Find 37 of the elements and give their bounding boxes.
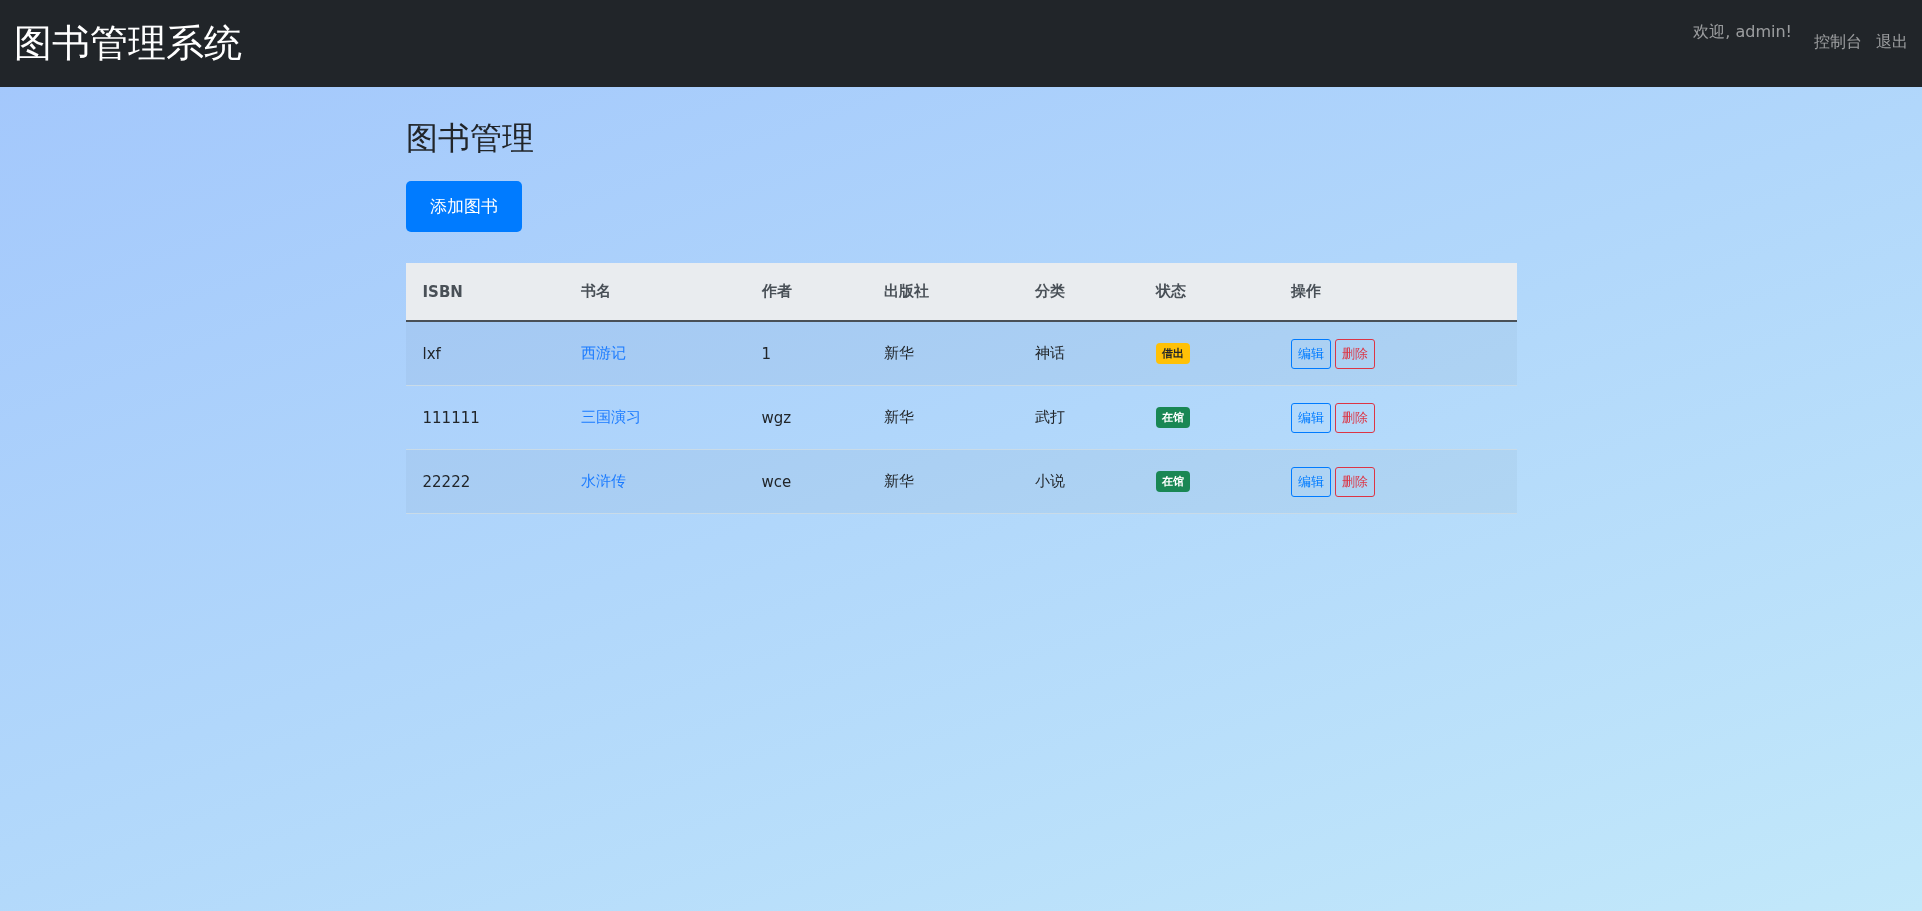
column-header: 书名 [563,263,745,321]
table-cell: 武打 [1017,385,1139,450]
add-book-button[interactable]: 添加图书 [405,181,522,232]
book-title-link[interactable]: 西游记 [580,344,626,362]
table-cell: lxf [405,321,564,386]
page-heading: 图书管理 [405,118,535,159]
table-cell: 111111 [405,385,564,450]
column-header: 操作 [1273,263,1517,321]
delete-button[interactable]: 删除 [1334,466,1375,497]
book-title-link[interactable]: 三国演习 [580,408,641,426]
table-cell: wce [744,449,867,514]
delete-button[interactable]: 删除 [1334,338,1375,369]
column-header: 出版社 [866,263,1018,321]
delete-button[interactable]: 删除 [1334,402,1375,433]
column-header: ISBN [405,263,564,321]
status-badge: 借出 [1155,343,1190,364]
brand-title[interactable]: 图书管理系统 [14,18,242,69]
table-cell: wgz [744,385,867,450]
nav-link[interactable]: 控制台 [1814,32,1862,53]
book-title-link[interactable]: 水浒传 [580,472,626,490]
table-cell: 1 [744,321,867,386]
table-cell: 22222 [405,449,564,514]
table-cell: 新华 [866,321,1018,386]
table-cell: 神话 [1017,321,1139,386]
nav-link[interactable]: 退出 [1876,32,1908,53]
table-cell: 新华 [866,385,1018,450]
column-header: 状态 [1138,263,1274,321]
column-header: 作者 [744,263,867,321]
table-cell: 小说 [1017,449,1139,514]
status-badge: 在馆 [1155,407,1190,428]
edit-button[interactable]: 编辑 [1290,466,1331,497]
edit-button[interactable]: 编辑 [1290,338,1331,369]
column-header: 分类 [1017,263,1139,321]
table-cell: 新华 [866,449,1018,514]
edit-button[interactable]: 编辑 [1290,402,1331,433]
status-badge: 在馆 [1155,471,1190,492]
welcome-text: 欢迎, admin! [1693,22,1792,43]
